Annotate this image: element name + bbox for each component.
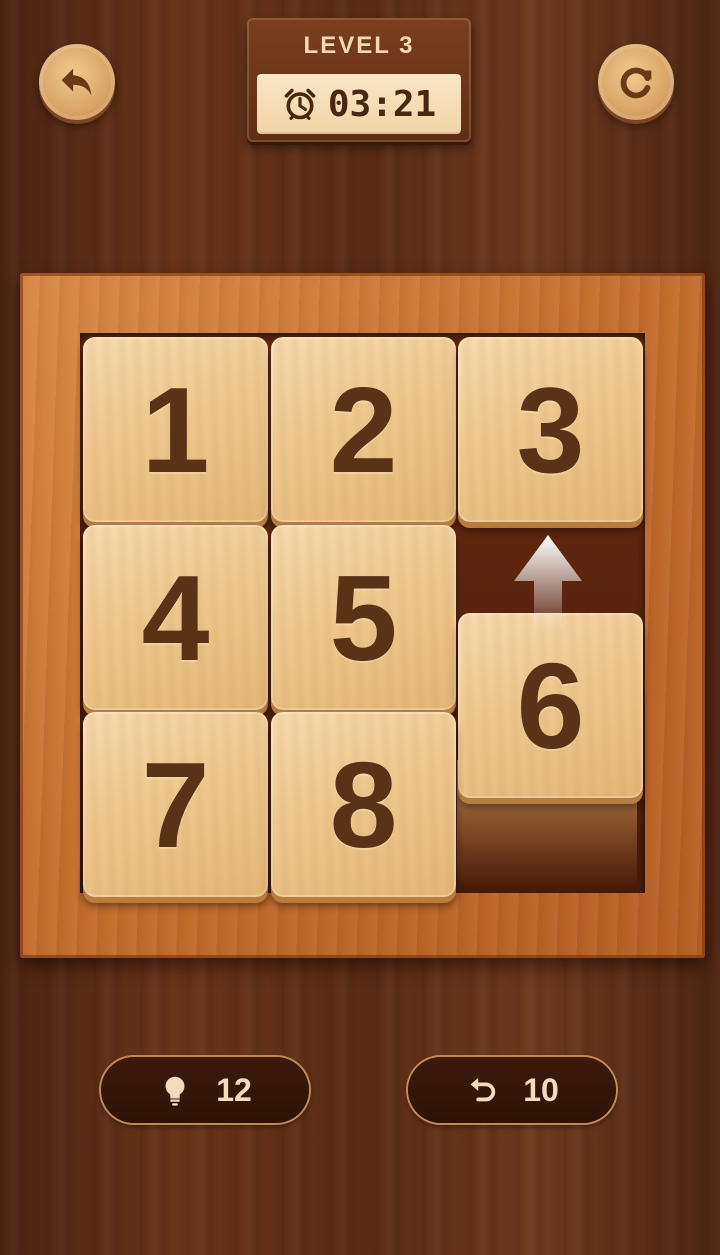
hint-button[interactable]: 12	[101, 1057, 309, 1123]
undo-button[interactable]: 10	[408, 1057, 616, 1123]
tile-2[interactable]: 2	[271, 337, 456, 522]
tile-3[interactable]: 3	[458, 337, 643, 522]
tile-number: 5	[329, 549, 398, 686]
tile-number: 8	[329, 736, 398, 873]
tile-5[interactable]: 5	[271, 525, 456, 710]
tile-number: 7	[141, 736, 210, 873]
tile-number: 2	[329, 361, 398, 498]
back-button[interactable]	[39, 44, 115, 120]
tile-1[interactable]: 1	[83, 337, 268, 522]
tile-8[interactable]: 8	[271, 712, 456, 897]
tile-4[interactable]: 4	[83, 525, 268, 710]
level-panel: LEVEL 3 03:21	[247, 18, 471, 142]
restart-icon	[620, 67, 652, 99]
lightbulb-icon	[165, 1076, 185, 1106]
tile-6[interactable]: 6	[458, 613, 643, 798]
restart-button[interactable]	[598, 44, 674, 120]
up-arrow-icon	[514, 535, 582, 633]
tile-number: 3	[516, 361, 585, 498]
alarm-clock-icon	[284, 88, 316, 120]
timer-text: 03:21	[327, 83, 437, 125]
level-label: LEVEL 3	[303, 32, 415, 59]
timer-display: 03:21	[257, 74, 461, 134]
tile-number: 4	[141, 549, 210, 686]
tile-7[interactable]: 7	[83, 712, 268, 897]
tile-number: 1	[141, 361, 210, 498]
hint-count: 12	[216, 1071, 252, 1108]
undo-icon	[470, 1077, 496, 1102]
tile-number: 6	[516, 637, 585, 774]
undo-count: 10	[523, 1071, 559, 1108]
back-arrow-icon	[61, 68, 92, 96]
